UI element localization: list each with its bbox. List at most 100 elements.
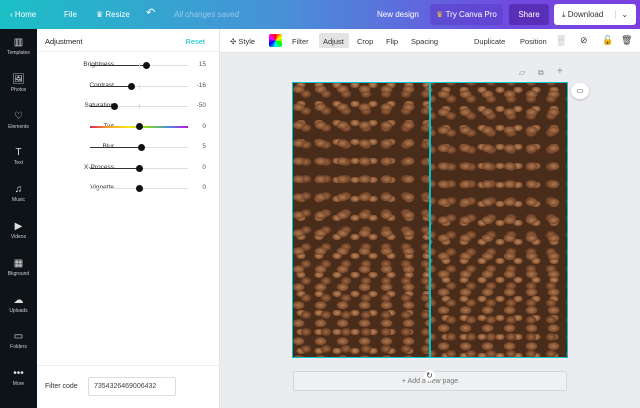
music-icon: ♫ bbox=[14, 184, 23, 196]
resize-button[interactable]: ♛ Resize bbox=[96, 10, 130, 19]
rail-label: Folders bbox=[10, 344, 27, 351]
save-status: All changes saved bbox=[174, 10, 239, 19]
templates-icon: ▥ bbox=[13, 37, 24, 48]
filter-button[interactable]: Filter bbox=[292, 37, 309, 46]
side-rail: ▥ Templates 🖼 Photos ♡ Elements T Text ♫ Music ▶ Vi… bbox=[0, 29, 37, 408]
rotate-handle-icon[interactable]: ↻ bbox=[424, 370, 435, 381]
rail-label: More bbox=[12, 381, 25, 388]
undo-icon[interactable]: ↶ bbox=[146, 6, 155, 19]
slider-fill bbox=[90, 85, 132, 87]
rail-item-elements[interactable]: ♡ Elements bbox=[0, 111, 37, 130]
rail-item-templates[interactable]: ▥ Templates bbox=[0, 37, 37, 56]
slider-track[interactable] bbox=[90, 103, 188, 110]
resize-label: Resize bbox=[105, 10, 130, 19]
slider-track[interactable] bbox=[90, 144, 188, 151]
lock-icon[interactable]: 🔓 bbox=[602, 35, 613, 46]
adjust-button[interactable]: Adjust bbox=[323, 37, 344, 46]
rail-item-more[interactable]: ••• More bbox=[0, 368, 37, 387]
download-label: Download bbox=[567, 10, 604, 19]
filter-code-label: Filter code bbox=[45, 383, 78, 390]
chevron-down-icon[interactable]: ⌄ bbox=[615, 10, 628, 19]
filter-code-input[interactable]: 7354326469006432 bbox=[88, 377, 176, 396]
rail-label: Templates bbox=[7, 50, 30, 56]
slider-thumb[interactable] bbox=[137, 144, 145, 151]
position-button[interactable]: Position bbox=[520, 37, 547, 46]
color-swatch-icon[interactable] bbox=[269, 34, 282, 47]
slider-center-tick bbox=[139, 83, 140, 89]
slider-track[interactable] bbox=[90, 164, 188, 172]
bkground-icon: ▦ bbox=[13, 257, 24, 269]
image-toolbar: ✣ Style Filter Adjust Crop Flip Spacing … bbox=[220, 29, 640, 53]
rail-item-videos[interactable]: ▶ Videos bbox=[0, 221, 37, 240]
slider-track[interactable] bbox=[90, 185, 188, 192]
slider-value: -50 bbox=[196, 102, 206, 109]
file-menu[interactable]: File bbox=[64, 10, 77, 19]
rail-item-bkground[interactable]: ▦ Bkground bbox=[0, 258, 37, 277]
transparency-icon[interactable]: ▒ bbox=[558, 35, 564, 45]
rail-label: Videos bbox=[10, 234, 27, 240]
divider bbox=[37, 365, 220, 366]
try-pro-label: Try Canva Pro bbox=[445, 10, 497, 19]
uploads-icon: ☁ bbox=[13, 294, 24, 306]
rail-label: Music bbox=[11, 197, 26, 204]
slider-value: 0 bbox=[202, 163, 206, 171]
rail-item-uploads[interactable]: ☁ Uploads bbox=[0, 295, 37, 314]
notes-icon[interactable]: ▱ bbox=[519, 68, 525, 77]
panel-title: Adjustment bbox=[45, 37, 83, 46]
home-label: Home bbox=[14, 10, 37, 19]
photos-icon: 🖼 bbox=[12, 73, 25, 85]
slider-thumb[interactable] bbox=[135, 185, 143, 192]
share-button[interactable]: Share bbox=[509, 4, 549, 25]
top-bar: ‹ Home File ♛ Resize ↶ All changes saved… bbox=[0, 0, 640, 29]
reset-button[interactable]: Reset bbox=[185, 37, 205, 46]
slider-thumb[interactable] bbox=[111, 103, 118, 110]
design-title[interactable]: New design bbox=[377, 10, 419, 19]
download-button[interactable]: ⤓ Download ⌄ bbox=[554, 4, 636, 25]
slider-value: -16 bbox=[196, 81, 206, 89]
rail-label: Photos bbox=[10, 86, 27, 93]
slider-row-x-process: X-Process 0 bbox=[37, 163, 220, 175]
trash-icon[interactable]: 🗑 bbox=[621, 35, 632, 46]
try-pro-button[interactable]: ♛ Try Canva Pro bbox=[430, 4, 503, 25]
slider-track[interactable] bbox=[90, 62, 188, 69]
divider bbox=[37, 51, 220, 52]
add-page-icon[interactable]: + bbox=[557, 66, 563, 77]
slider-row-contrast: Contrast -16 bbox=[37, 81, 220, 93]
spacing-button[interactable]: Spacing bbox=[411, 37, 438, 46]
style-button[interactable]: ✣ Style bbox=[230, 37, 255, 46]
rail-item-text[interactable]: T Text bbox=[0, 147, 37, 166]
crown-icon: ♛ bbox=[436, 10, 446, 19]
link-icon[interactable]: ⊘ bbox=[580, 35, 588, 46]
slider-thumb[interactable] bbox=[135, 164, 143, 172]
crop-button[interactable]: Crop bbox=[357, 37, 373, 46]
slider-fill bbox=[90, 167, 139, 169]
slider-center-tick bbox=[139, 104, 140, 109]
duplicate-button[interactable]: Duplicate bbox=[474, 37, 505, 46]
slider-track[interactable] bbox=[90, 122, 188, 130]
rail-label: Text bbox=[13, 160, 24, 167]
slider-track[interactable] bbox=[90, 82, 188, 90]
slider-value: 0 bbox=[202, 122, 206, 130]
comment-icon[interactable]: ▭ bbox=[571, 83, 589, 99]
slider-thumb[interactable] bbox=[127, 82, 135, 90]
rail-item-music[interactable]: ♫ Music bbox=[0, 184, 37, 203]
slider-thumb[interactable] bbox=[142, 62, 150, 69]
text-icon: T bbox=[15, 147, 22, 159]
slider-value: 5 bbox=[202, 143, 206, 150]
rail-label: Elements bbox=[8, 123, 29, 130]
rail-item-folders[interactable]: ▭ Folders bbox=[0, 331, 37, 350]
style-label: Style bbox=[238, 37, 256, 46]
rail-item-photos[interactable]: 🖼 Photos bbox=[0, 74, 37, 93]
slider-fill bbox=[90, 65, 147, 66]
videos-icon: ▶ bbox=[14, 221, 23, 232]
rail-label: Uploads bbox=[9, 307, 28, 314]
slider-value: 0 bbox=[202, 184, 206, 191]
home-button[interactable]: ‹ Home bbox=[10, 10, 36, 19]
elements-icon: ♡ bbox=[14, 110, 23, 122]
copy-page-icon[interactable]: ⧉ bbox=[538, 68, 544, 78]
slider-thumb[interactable] bbox=[135, 122, 143, 130]
flip-button[interactable]: Flip bbox=[386, 37, 398, 46]
slider-row-vignette: Vignette 0 bbox=[37, 183, 220, 195]
slider-row-brightness: Brightness 15 bbox=[37, 60, 220, 72]
slider-center-tick bbox=[139, 63, 140, 68]
